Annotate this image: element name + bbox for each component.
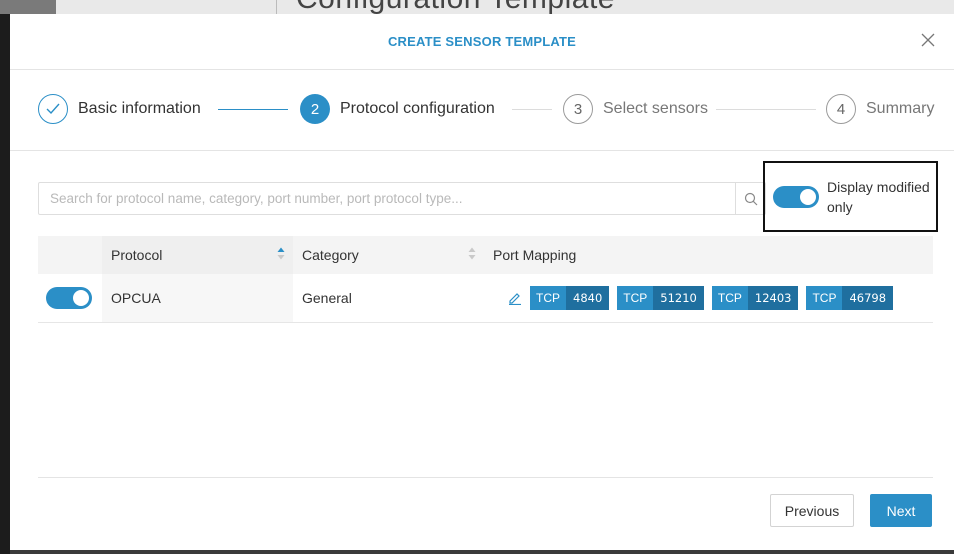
search-icon[interactable] xyxy=(735,183,765,214)
step-label: Protocol configuration xyxy=(340,100,495,117)
sort-icon[interactable] xyxy=(277,247,285,264)
port-protocol: TCP xyxy=(530,286,566,310)
category-cell: General xyxy=(293,274,484,322)
port-number: 46798 xyxy=(842,286,894,310)
port-protocol: TCP xyxy=(617,286,654,310)
step-label: Summary xyxy=(866,100,935,117)
header-port-mapping-label: Port Mapping xyxy=(493,247,577,263)
next-button[interactable]: Next xyxy=(870,494,932,527)
modal-header: CREATE SENSOR TEMPLATE xyxy=(10,14,954,70)
port-protocol: TCP xyxy=(806,286,843,310)
table-row: OPCUA General TCP 4840 TCP 51210 TCP 124… xyxy=(38,274,933,323)
step-label: Select sensors xyxy=(603,100,708,117)
step-number: 2 xyxy=(300,94,330,124)
display-modified-toggle[interactable] xyxy=(773,185,819,208)
close-icon[interactable] xyxy=(920,32,936,48)
port-mapping-cell: TCP 4840 TCP 51210 TCP 12403 TCP 46798 xyxy=(484,274,933,322)
protocol-enable-toggle[interactable] xyxy=(46,287,92,309)
create-sensor-template-modal: CREATE SENSOR TEMPLATE Basic information… xyxy=(10,14,954,550)
header-protocol[interactable]: Protocol xyxy=(102,236,293,274)
header-protocol-label: Protocol xyxy=(111,247,163,263)
step-connector xyxy=(716,109,816,110)
protocol-cell: OPCUA xyxy=(102,274,293,322)
table-header: Protocol Category Port Mapping xyxy=(38,236,933,274)
previous-button[interactable]: Previous xyxy=(770,494,854,527)
step-connector xyxy=(512,109,552,110)
modal-title: CREATE SENSOR TEMPLATE xyxy=(387,34,577,49)
header-category[interactable]: Category xyxy=(293,236,484,274)
background-divider xyxy=(276,0,277,14)
port-number: 4840 xyxy=(566,286,610,310)
stepper: Basic information 2 Protocol configurati… xyxy=(10,70,954,151)
port-number: 12403 xyxy=(747,286,799,310)
pencil-icon[interactable] xyxy=(508,291,522,305)
step-summary: 4 Summary xyxy=(826,94,934,124)
check-icon xyxy=(38,94,68,124)
category-name: General xyxy=(302,290,352,306)
search-input[interactable] xyxy=(39,183,735,214)
step-protocol-configuration: 2 Protocol configuration xyxy=(300,94,495,124)
port-tag[interactable]: TCP 12403 xyxy=(711,286,799,310)
step-basic-information[interactable]: Basic information xyxy=(38,94,201,124)
protocol-table: Protocol Category Port Mapping OPCUA Gen… xyxy=(38,236,933,323)
row-toggle-cell xyxy=(38,274,102,322)
header-category-label: Category xyxy=(302,247,359,263)
step-select-sensors: 3 Select sensors xyxy=(563,94,708,124)
display-modified-label: Display modified only xyxy=(827,178,930,215)
step-label: Basic information xyxy=(78,100,201,117)
display-modified-filter: Display modified only xyxy=(763,161,938,232)
port-tag[interactable]: TCP 4840 xyxy=(530,286,610,310)
sort-icon[interactable] xyxy=(468,247,476,264)
step-number: 4 xyxy=(826,94,856,124)
port-tag[interactable]: TCP 51210 xyxy=(617,286,704,310)
header-toggle-column xyxy=(38,236,102,274)
footer-divider xyxy=(38,477,933,478)
step-number: 3 xyxy=(563,94,593,124)
port-protocol: TCP xyxy=(711,286,748,310)
background-bottom-strip xyxy=(10,550,954,554)
protocol-name: OPCUA xyxy=(111,290,161,306)
port-number: 51210 xyxy=(653,286,704,310)
background-app-sidebar xyxy=(0,0,10,554)
header-port-mapping: Port Mapping xyxy=(484,236,933,274)
search-box xyxy=(38,182,766,215)
step-connector xyxy=(218,109,288,110)
port-tag[interactable]: TCP 46798 xyxy=(806,286,894,310)
